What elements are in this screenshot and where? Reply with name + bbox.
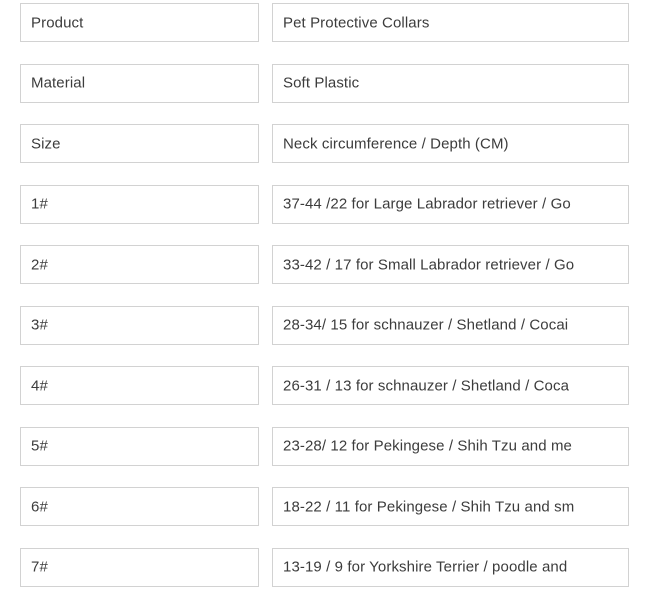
- table-row: 6# 18-22 / 11 for Pekingese / Shih Tzu a…: [0, 484, 648, 545]
- spec-value-cell: 28-34/ 15 for schnauzer / Shetland / Coc…: [272, 306, 629, 345]
- spec-value-cell: 33-42 / 17 for Small Labrador retriever …: [272, 245, 629, 284]
- table-row: 3# 28-34/ 15 for schnauzer / Shetland / …: [0, 303, 648, 364]
- spec-value-text: Neck circumference / Depth (CM): [283, 134, 509, 153]
- spec-label-cell: 3#: [20, 306, 259, 345]
- table-row: Product Pet Protective Collars: [0, 0, 648, 61]
- specification-table: Product Pet Protective Collars Material …: [0, 0, 648, 592]
- spec-label-cell: Material: [20, 64, 259, 103]
- spec-label-text: 7#: [31, 558, 48, 577]
- spec-value-text: 13-19 / 9 for Yorkshire Terrier / poodle…: [283, 558, 567, 577]
- spec-value-text: Soft Plastic: [283, 74, 359, 93]
- spec-label-text: 4#: [31, 376, 48, 395]
- spec-value-cell: Soft Plastic: [272, 64, 629, 103]
- spec-label-text: 1#: [31, 195, 48, 214]
- spec-label-cell: 7#: [20, 548, 259, 587]
- table-row: 2# 33-42 / 17 for Small Labrador retriev…: [0, 242, 648, 303]
- spec-label-text: Size: [31, 134, 61, 153]
- spec-value-text: 33-42 / 17 for Small Labrador retriever …: [283, 255, 574, 274]
- spec-value-cell: 18-22 / 11 for Pekingese / Shih Tzu and …: [272, 487, 629, 526]
- spec-label-cell: Size: [20, 124, 259, 163]
- spec-label-text: Product: [31, 13, 83, 32]
- table-row: 7# 13-19 / 9 for Yorkshire Terrier / poo…: [0, 545, 648, 605]
- spec-label-text: 3#: [31, 316, 48, 335]
- spec-label-cell: 1#: [20, 185, 259, 224]
- table-row: 1# 37-44 /22 for Large Labrador retrieve…: [0, 182, 648, 243]
- spec-value-text: 23-28/ 12 for Pekingese / Shih Tzu and m…: [283, 437, 572, 456]
- spec-label-cell: Product: [20, 3, 259, 42]
- spec-value-cell: 26-31 / 13 for schnauzer / Shetland / Co…: [272, 366, 629, 405]
- spec-label-text: Material: [31, 74, 85, 93]
- spec-value-text: 37-44 /22 for Large Labrador retriever /…: [283, 195, 571, 214]
- spec-value-cell: 37-44 /22 for Large Labrador retriever /…: [272, 185, 629, 224]
- spec-label-text: 6#: [31, 497, 48, 516]
- spec-value-text: 18-22 / 11 for Pekingese / Shih Tzu and …: [283, 497, 574, 516]
- table-row: Size Neck circumference / Depth (CM): [0, 121, 648, 182]
- spec-value-cell: 13-19 / 9 for Yorkshire Terrier / poodle…: [272, 548, 629, 587]
- spec-value-cell: 23-28/ 12 for Pekingese / Shih Tzu and m…: [272, 427, 629, 466]
- spec-value-text: 26-31 / 13 for schnauzer / Shetland / Co…: [283, 376, 569, 395]
- spec-label-cell: 5#: [20, 427, 259, 466]
- spec-value-cell: Neck circumference / Depth (CM): [272, 124, 629, 163]
- spec-label-text: 5#: [31, 437, 48, 456]
- table-row: 5# 23-28/ 12 for Pekingese / Shih Tzu an…: [0, 424, 648, 485]
- spec-label-cell: 2#: [20, 245, 259, 284]
- spec-label-cell: 6#: [20, 487, 259, 526]
- spec-value-text: 28-34/ 15 for schnauzer / Shetland / Coc…: [283, 316, 568, 335]
- spec-value-cell: Pet Protective Collars: [272, 3, 629, 42]
- table-row: 4# 26-31 / 13 for schnauzer / Shetland /…: [0, 363, 648, 424]
- spec-value-text: Pet Protective Collars: [283, 13, 429, 32]
- spec-label-cell: 4#: [20, 366, 259, 405]
- spec-label-text: 2#: [31, 255, 48, 274]
- table-row: Material Soft Plastic: [0, 61, 648, 122]
